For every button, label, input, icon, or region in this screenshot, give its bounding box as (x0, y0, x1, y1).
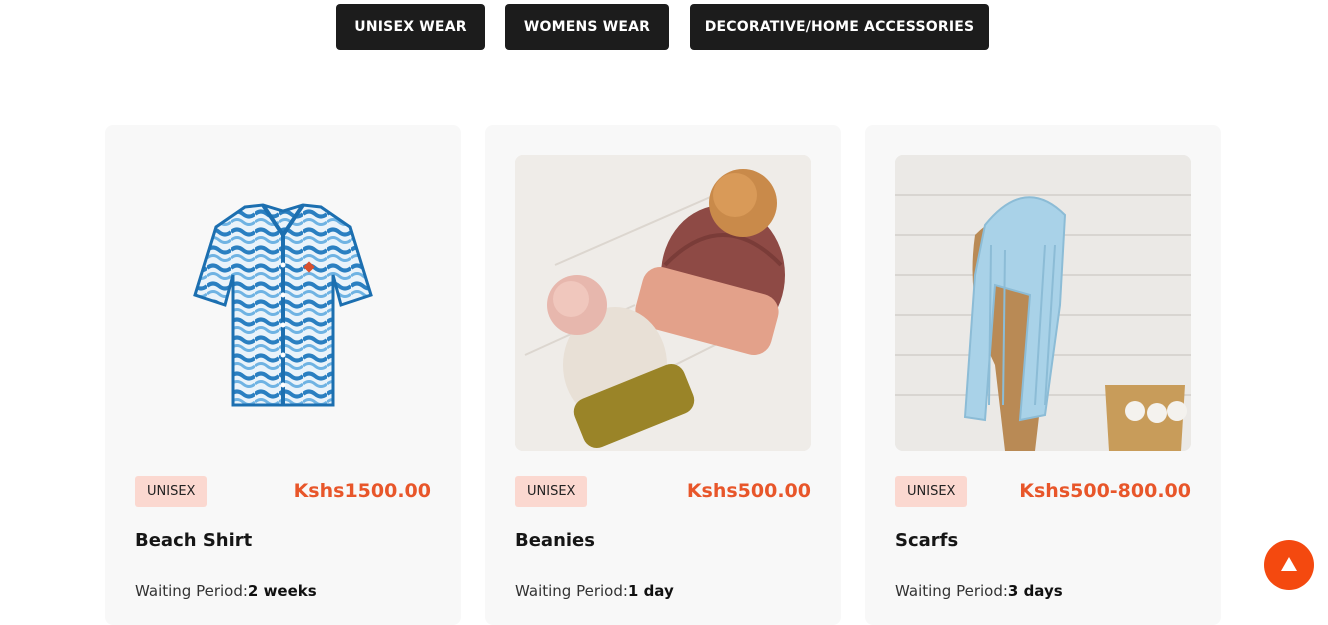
product-image-beanies[interactable] (515, 155, 811, 451)
product-card-scarfs[interactable]: UNISEX Kshs500-800.00 Scarfs Waiting Per… (865, 125, 1221, 625)
scroll-to-top-button[interactable] (1264, 540, 1314, 590)
category-badge: UNISEX (135, 476, 208, 507)
category-badge: UNISEX (515, 476, 588, 507)
product-card-beanies[interactable]: UNISEX Kshs500.00 Beanies Waiting Period… (485, 125, 841, 625)
category-filter-bar: UNISEX WEAR WOMENS WEAR DECORATIVE/HOME … (0, 4, 1328, 50)
filter-decorative-home-button[interactable]: DECORATIVE/HOME ACCESSORIES (690, 4, 989, 50)
product-image-beach-shirt[interactable] (135, 155, 431, 451)
triangle-up-icon (1281, 556, 1297, 575)
product-title[interactable]: Beanies (515, 530, 595, 551)
product-image-scarfs[interactable] (895, 155, 1191, 451)
filter-unisex-wear-button[interactable]: UNISEX WEAR (336, 4, 485, 50)
product-card-beach-shirt[interactable]: UNISEX Kshs1500.00 Beach Shirt Waiting P… (105, 125, 461, 625)
product-price: Kshs1500.00 (293, 480, 431, 502)
product-title[interactable]: Beach Shirt (135, 530, 252, 551)
waiting-period: Waiting Period:2 weeks (135, 582, 317, 600)
product-price: Kshs500-800.00 (1019, 480, 1191, 502)
category-badge: UNISEX (895, 476, 968, 507)
product-title[interactable]: Scarfs (895, 530, 958, 551)
product-price: Kshs500.00 (686, 480, 811, 502)
waiting-period: Waiting Period:1 day (515, 582, 674, 600)
waiting-period: Waiting Period:3 days (895, 582, 1063, 600)
filter-womens-wear-button[interactable]: WOMENS WEAR (505, 4, 669, 50)
